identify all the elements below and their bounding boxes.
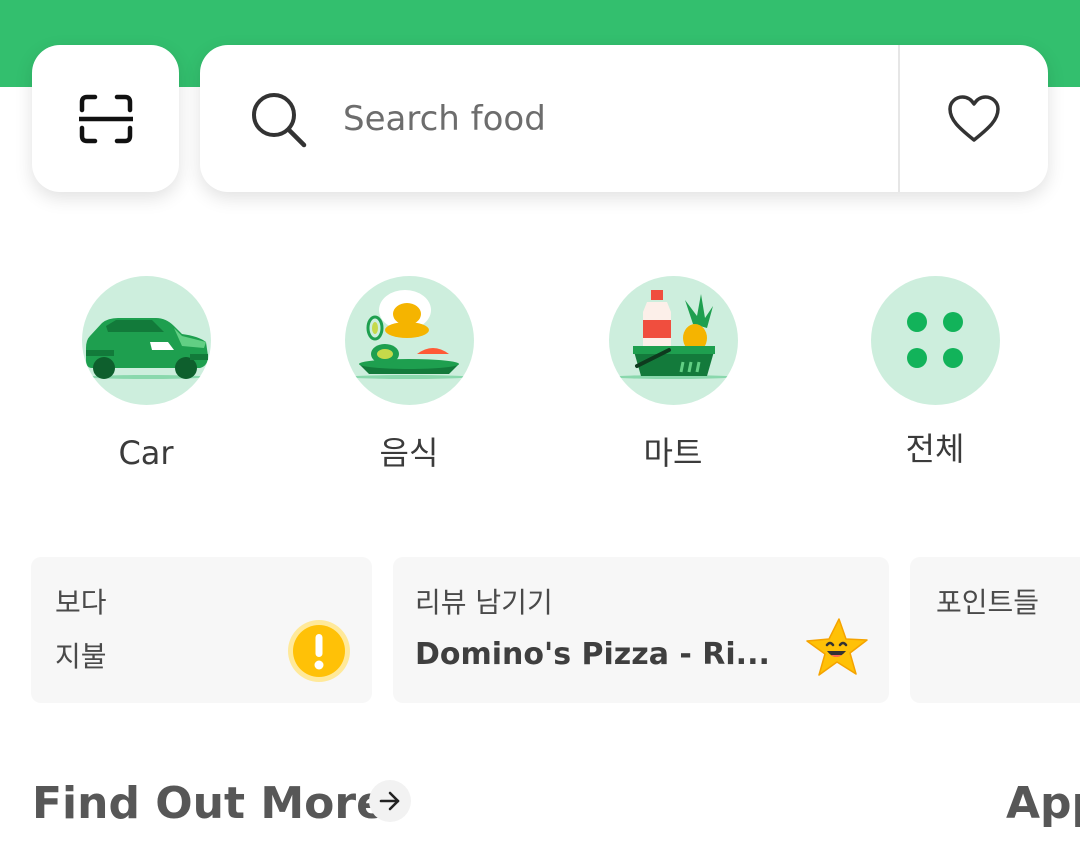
find-out-more-title: Find Out More	[32, 778, 386, 829]
category-label: 마트	[643, 434, 703, 472]
category-label: 음식	[379, 434, 439, 472]
arrow-right-icon	[379, 791, 400, 811]
search-input[interactable]	[343, 91, 883, 147]
category-mart[interactable]: 마트	[593, 276, 753, 473]
points-card[interactable]: 포인트들	[910, 557, 1080, 703]
category-all[interactable]: 전체	[855, 276, 1015, 469]
heart-icon	[948, 94, 1000, 142]
search-icon	[252, 93, 307, 148]
food-icon	[344, 276, 474, 405]
scan-icon	[78, 94, 133, 143]
pay-card[interactable]: 보다 지불	[31, 557, 372, 703]
find-out-more-arrow-button[interactable]	[369, 780, 411, 822]
scan-button[interactable]	[32, 45, 179, 192]
card-title: 포인트들	[936, 586, 1040, 619]
card-title: 보다	[55, 586, 107, 619]
all-icon	[870, 276, 1000, 405]
category-label: Car	[118, 434, 174, 472]
mart-icon	[608, 276, 738, 405]
warning-icon	[288, 620, 350, 682]
card-subtitle: 지불	[55, 640, 107, 673]
review-card[interactable]: 리뷰 남기기 Domino's Pizza - Ri...	[393, 557, 889, 703]
star-icon	[806, 618, 868, 676]
card-subtitle: Domino's Pizza - Ri...	[415, 637, 770, 672]
category-car[interactable]: Car	[66, 276, 226, 473]
car-icon	[81, 276, 211, 405]
category-food[interactable]: 음식	[329, 276, 489, 473]
home-screen: Car 음식	[0, 0, 1080, 846]
favorites-button[interactable]	[900, 45, 1048, 192]
search-bar	[200, 45, 1048, 192]
card-title: 리뷰 남기기	[415, 586, 553, 619]
category-label: 전체	[905, 430, 965, 468]
next-section-title: App	[1006, 778, 1080, 829]
